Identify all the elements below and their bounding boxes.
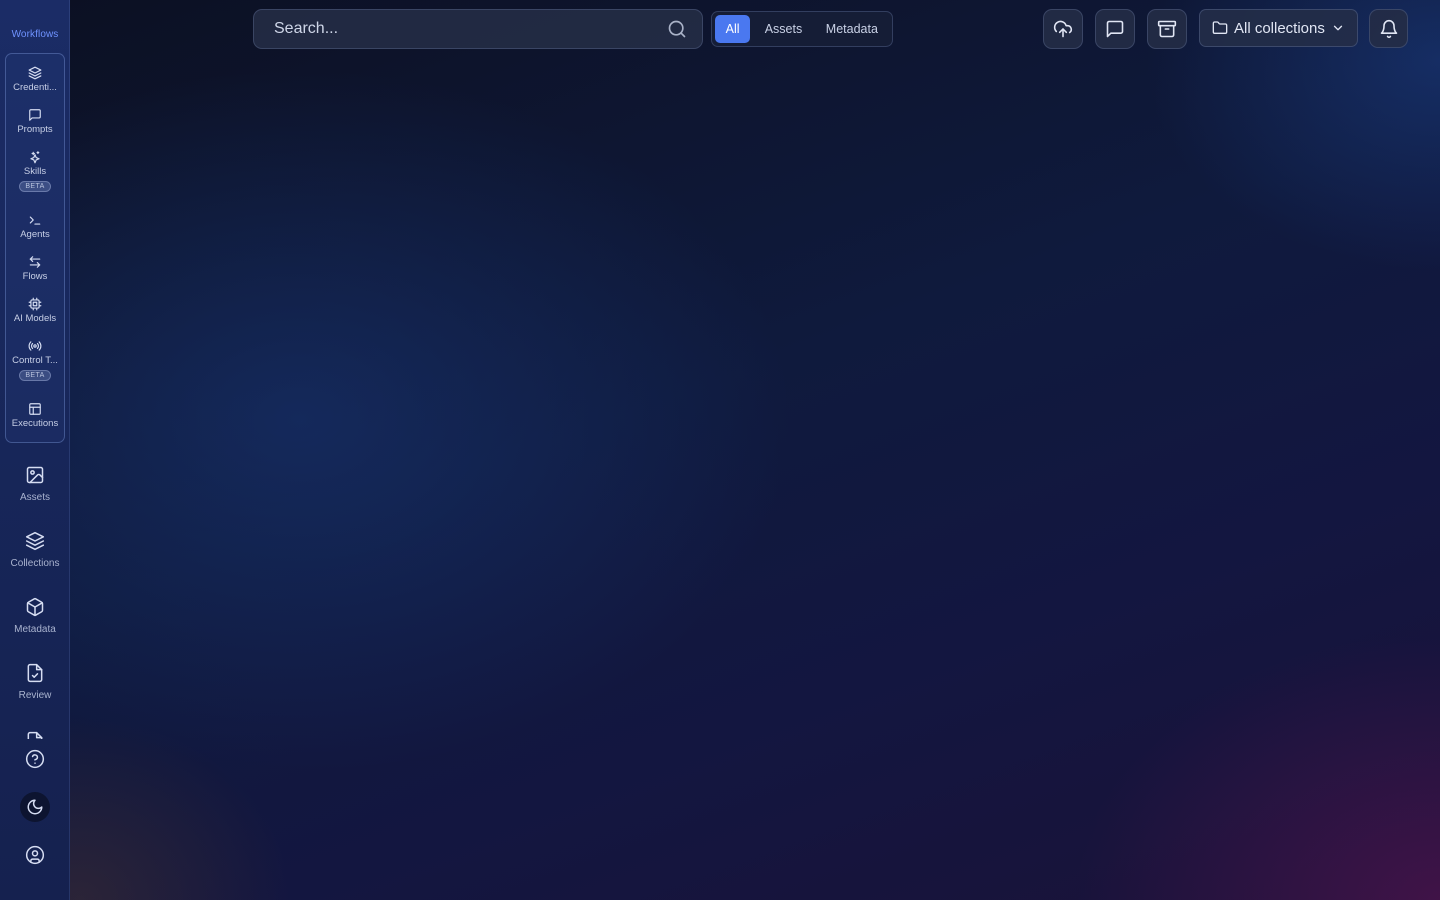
sidebar-item-label: AI Models bbox=[13, 313, 57, 324]
sidebar: Workflows Credenti... Prompts Skills BET… bbox=[0, 0, 70, 900]
help-circle-icon bbox=[25, 749, 45, 769]
tab-metadata[interactable]: Metadata bbox=[815, 15, 889, 43]
workflows-group: Credenti... Prompts Skills BETA Agents F… bbox=[5, 53, 65, 443]
beta-badge: BETA bbox=[19, 181, 51, 192]
sidebar-item-label: Prompts bbox=[17, 124, 53, 135]
user-circle-icon bbox=[25, 845, 45, 865]
tab-all[interactable]: All bbox=[715, 15, 751, 43]
layers-icon bbox=[28, 66, 42, 80]
radio-tower-icon bbox=[28, 339, 42, 353]
sidebar-item-flows[interactable]: Flows bbox=[6, 255, 64, 282]
tab-assets[interactable]: Assets bbox=[752, 15, 815, 43]
sidebar-item-metadata[interactable]: Metadata bbox=[0, 597, 70, 635]
sidebar-item-ai-models[interactable]: AI Models bbox=[6, 297, 64, 324]
upload-cloud-icon bbox=[1053, 19, 1073, 39]
scrolled-item-icon bbox=[25, 731, 45, 739]
sidebar-item-label: Control T... bbox=[12, 355, 58, 366]
table-icon bbox=[28, 402, 42, 416]
layers-icon bbox=[25, 531, 45, 551]
help-button[interactable] bbox=[20, 744, 50, 774]
sidebar-item-label: Credenti... bbox=[13, 82, 57, 93]
message-square-icon bbox=[28, 108, 42, 122]
sidebar-item-credentials[interactable]: Credenti... bbox=[6, 66, 64, 93]
collection-select[interactable]: All collections bbox=[1199, 9, 1358, 47]
archive-icon bbox=[1157, 19, 1177, 39]
archive-button[interactable] bbox=[1147, 9, 1187, 49]
account-button[interactable] bbox=[20, 840, 50, 870]
sidebar-item-label: Assets bbox=[19, 492, 50, 503]
sidebar-item-control-tower[interactable]: Control T... BETA bbox=[6, 339, 64, 381]
notifications-button[interactable] bbox=[1369, 9, 1408, 48]
theme-toggle-button[interactable] bbox=[20, 792, 50, 822]
comments-button[interactable] bbox=[1095, 9, 1135, 49]
sidebar-item-label: Executions bbox=[11, 418, 59, 429]
workflows-section-label: Workflows bbox=[11, 29, 59, 40]
search-bar bbox=[253, 9, 703, 49]
file-check-icon bbox=[25, 663, 45, 683]
message-square-icon bbox=[1105, 19, 1125, 39]
cpu-icon bbox=[28, 297, 42, 311]
collection-select-label: All collections bbox=[1234, 19, 1325, 37]
sparkles-icon bbox=[28, 150, 42, 164]
sidebar-item-label: Skills bbox=[23, 166, 47, 177]
sidebar-item-executions[interactable]: Executions bbox=[6, 402, 64, 429]
sidebar-item-prompts[interactable]: Prompts bbox=[6, 108, 64, 135]
box-icon bbox=[25, 597, 45, 617]
arrows-left-right-icon bbox=[28, 255, 42, 269]
sidebar-item-label: Flows bbox=[22, 271, 48, 282]
sidebar-item-label: Review bbox=[18, 690, 52, 701]
bell-icon bbox=[1379, 19, 1399, 39]
sidebar-item-label: Agents bbox=[20, 229, 50, 240]
image-icon bbox=[25, 465, 45, 485]
sidebar-item-assets[interactable]: Assets bbox=[0, 465, 70, 503]
sidebar-item-label: Collections bbox=[10, 558, 60, 569]
sidebar-item-skills[interactable]: Skills BETA bbox=[6, 150, 64, 192]
sidebar-item-agents[interactable]: Agents bbox=[6, 213, 64, 240]
sidebar-item-label: Metadata bbox=[14, 624, 56, 635]
main-content-area bbox=[70, 60, 1440, 900]
search-input[interactable] bbox=[254, 10, 667, 48]
terminal-icon bbox=[28, 213, 42, 227]
chevron-down-icon bbox=[1331, 21, 1345, 35]
sidebar-item-collections[interactable]: Collections bbox=[0, 531, 70, 569]
search-filter-tabs: All Assets Metadata bbox=[711, 11, 893, 47]
upload-button[interactable] bbox=[1043, 9, 1083, 49]
sidebar-item-review[interactable]: Review bbox=[0, 663, 70, 701]
moon-icon bbox=[26, 798, 44, 816]
folder-icon bbox=[1212, 20, 1228, 36]
beta-badge: BETA bbox=[19, 370, 51, 381]
search-icon[interactable] bbox=[667, 19, 687, 39]
